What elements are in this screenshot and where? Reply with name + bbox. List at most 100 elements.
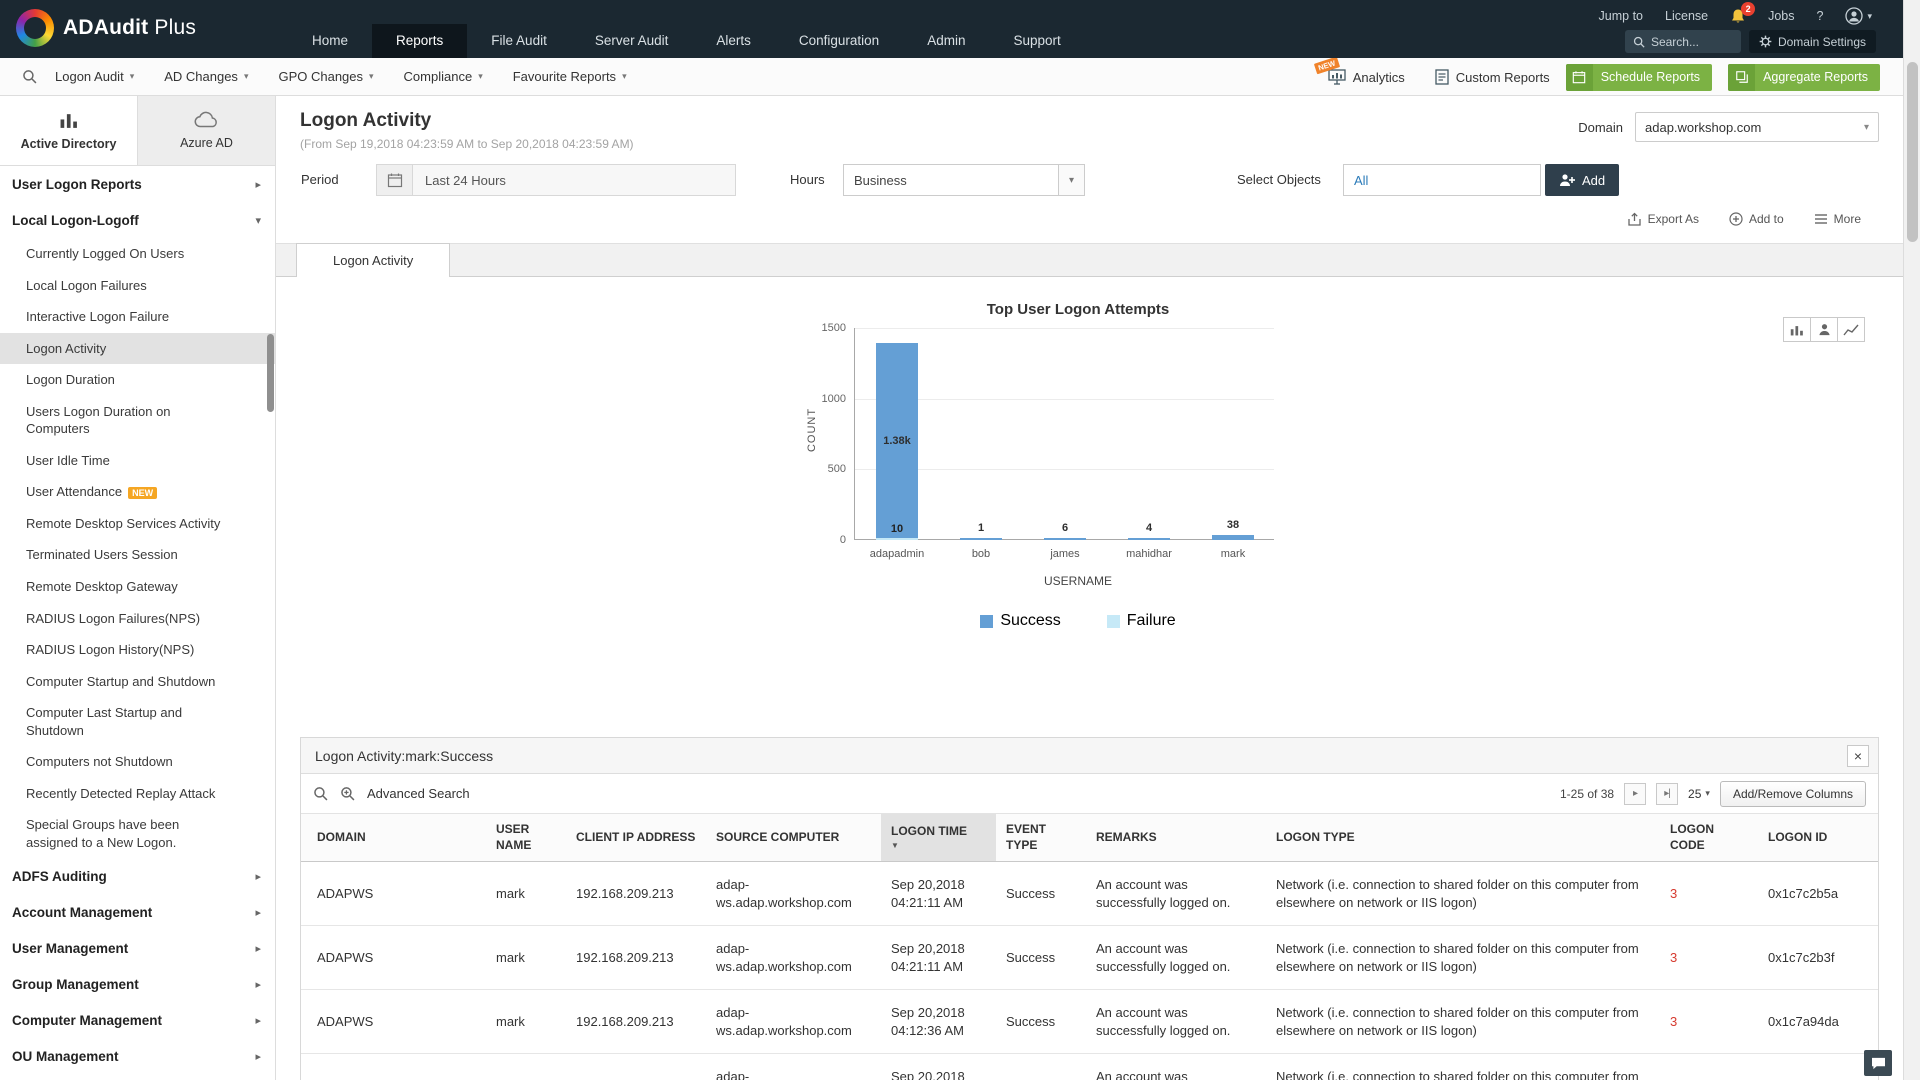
sidebar-item-currently-logged-on-users[interactable]: Currently Logged On Users xyxy=(0,238,275,270)
column-header-logon-time[interactable]: LOGON TIME▼ xyxy=(881,814,996,862)
notifications-bell-icon[interactable]: 2 xyxy=(1730,8,1746,25)
scrollbar-thumb[interactable] xyxy=(1907,62,1918,242)
nav-item-configuration[interactable]: Configuration xyxy=(775,24,903,58)
close-icon[interactable]: × xyxy=(1847,745,1869,767)
sidebar-section-computer-management[interactable]: Computer Management▸ xyxy=(0,1002,275,1038)
add-remove-columns-button[interactable]: Add/Remove Columns xyxy=(1720,781,1866,807)
sidebar-item-special-groups-have-been-assigned-to-a-new-logon[interactable]: Special Groups have been assigned to a N… xyxy=(0,809,275,858)
bar-bob[interactable] xyxy=(960,538,1002,540)
sidebar-section-account-management[interactable]: Account Management▸ xyxy=(0,894,275,930)
bar-james[interactable] xyxy=(1044,538,1086,540)
bar-mark[interactable] xyxy=(1212,535,1254,540)
sidebar-section-user-logon-reports[interactable]: User Logon Reports▸ xyxy=(0,166,275,202)
global-search[interactable]: Search... xyxy=(1625,30,1741,53)
chat-button[interactable] xyxy=(1864,1050,1892,1076)
sidebar-item-logon-duration[interactable]: Logon Duration xyxy=(0,364,275,396)
menu-gpo-changes[interactable]: GPO Changes▾ xyxy=(278,69,373,84)
sidebar-item-local-logon-failures[interactable]: Local Logon Failures xyxy=(0,270,275,302)
user-menu[interactable]: ▾ xyxy=(1845,7,1872,25)
table-row[interactable]: ADAPWSmark192.168.209.213adap-ws.adap.wo… xyxy=(301,862,1878,926)
nav-item-support[interactable]: Support xyxy=(989,24,1084,58)
sidebar-section-user-management[interactable]: User Management▸ xyxy=(0,930,275,966)
tab-azure-ad[interactable]: Azure AD xyxy=(138,96,275,165)
sidebar-item-users-logon-duration-on-computers[interactable]: Users Logon Duration on Computers xyxy=(0,396,275,445)
sidebar-section-local-logon-logoff[interactable]: Local Logon-Logoff▾ xyxy=(0,202,275,238)
menu-ad-changes[interactable]: AD Changes▾ xyxy=(164,69,248,84)
analytics-button[interactable]: NEW Analytics xyxy=(1328,69,1405,85)
chart-type-line-button[interactable] xyxy=(1837,317,1865,342)
sidebar-item-interactive-logon-failure[interactable]: Interactive Logon Failure xyxy=(0,301,275,333)
chart-user-button[interactable] xyxy=(1810,317,1838,342)
tab-logon-activity[interactable]: Logon Activity xyxy=(296,243,450,277)
sidebar-section-group-management[interactable]: Group Management▸ xyxy=(0,966,275,1002)
export-as-button[interactable]: Export As xyxy=(1627,212,1699,227)
table-row[interactable]: ADAPWSmark192.168.209.213adap-ws.adap.wo… xyxy=(301,1054,1878,1080)
sidebar-item-radius-logon-failures-nps[interactable]: RADIUS Logon Failures(NPS) xyxy=(0,603,275,635)
sidebar-item-logon-activity[interactable]: Logon Activity xyxy=(0,333,275,365)
sidebar-item-terminated-users-session[interactable]: Terminated Users Session xyxy=(0,539,275,571)
add-button[interactable]: Add xyxy=(1545,164,1619,196)
column-header-remarks[interactable]: REMARKS xyxy=(1086,814,1266,862)
period-input[interactable]: Last 24 Hours xyxy=(376,164,736,196)
tab-active-directory[interactable]: Active Directory xyxy=(0,96,138,165)
next-page-button[interactable]: ▸ xyxy=(1624,783,1646,805)
search-icon[interactable] xyxy=(313,786,328,801)
table-row[interactable]: ADAPWSmark192.168.209.213adap-ws.adap.wo… xyxy=(301,926,1878,990)
column-header-client-ip-address[interactable]: CLIENT IP ADDRESS xyxy=(566,814,706,862)
column-header-event-type[interactable]: EVENT TYPE xyxy=(996,814,1086,862)
nav-item-alerts[interactable]: Alerts xyxy=(692,24,775,58)
report-search-icon[interactable] xyxy=(22,69,37,84)
custom-reports-button[interactable]: Custom Reports xyxy=(1435,69,1550,85)
sidebar-item-computers-not-shutdown[interactable]: Computers not Shutdown xyxy=(0,746,275,778)
jump-to-link[interactable]: Jump to xyxy=(1599,9,1643,23)
page-size-select[interactable]: 25 ▾ xyxy=(1688,787,1710,801)
advanced-search-icon[interactable] xyxy=(340,786,355,801)
last-page-button[interactable]: ▸| xyxy=(1656,783,1678,805)
schedule-reports-button[interactable]: Schedule Reports xyxy=(1566,64,1712,91)
domain-settings-button[interactable]: Domain Settings xyxy=(1749,30,1876,53)
hours-select[interactable]: Business ▾ xyxy=(843,164,1085,196)
sidebar-section-gpo-management[interactable]: GPO Management▸ xyxy=(0,1074,275,1080)
column-header-logon-id[interactable]: LOGON ID xyxy=(1758,814,1878,862)
aggregate-reports-button[interactable]: Aggregate Reports xyxy=(1728,64,1880,91)
legend-failure[interactable]: Failure xyxy=(1107,612,1176,630)
column-header-source-computer[interactable]: SOURCE COMPUTER xyxy=(706,814,881,862)
nav-item-reports[interactable]: Reports xyxy=(372,24,467,58)
domain-dropdown[interactable]: adap.workshop.com ▾ xyxy=(1635,112,1879,142)
nav-item-server-audit[interactable]: Server Audit xyxy=(571,24,693,58)
sidebar-scrollbar-thumb[interactable] xyxy=(267,334,274,412)
select-objects-input[interactable]: All xyxy=(1343,164,1541,196)
help-icon[interactable]: ? xyxy=(1817,9,1824,23)
column-header-domain[interactable]: DOMAIN xyxy=(301,814,486,862)
sidebar-item-remote-desktop-gateway[interactable]: Remote Desktop Gateway xyxy=(0,571,275,603)
menu-compliance[interactable]: Compliance▾ xyxy=(404,69,483,84)
column-header-logon-type[interactable]: LOGON TYPE xyxy=(1266,814,1660,862)
table-row[interactable]: ADAPWSmark192.168.209.213adap-ws.adap.wo… xyxy=(301,990,1878,1054)
sidebar-item-remote-desktop-services-activity[interactable]: Remote Desktop Services Activity xyxy=(0,508,275,540)
calendar-icon[interactable] xyxy=(377,165,413,195)
column-header-logon-code[interactable]: LOGON CODE xyxy=(1660,814,1758,862)
sidebar-item-computer-last-startup-and-shutdown[interactable]: Computer Last Startup and Shutdown xyxy=(0,697,275,746)
menu-logon-audit[interactable]: Logon Audit▾ xyxy=(55,69,134,84)
nav-item-home[interactable]: Home xyxy=(288,24,372,58)
sidebar-item-user-attendance[interactable]: User AttendanceNEW xyxy=(0,476,275,508)
license-link[interactable]: License xyxy=(1665,9,1708,23)
jobs-link[interactable]: Jobs xyxy=(1768,9,1794,23)
add-to-button[interactable]: Add to xyxy=(1729,212,1784,226)
bar-mahidhar[interactable] xyxy=(1128,538,1170,540)
sidebar-section-ou-management[interactable]: OU Management▸ xyxy=(0,1038,275,1074)
sidebar-item-recently-detected-replay-attack[interactable]: Recently Detected Replay Attack xyxy=(0,778,275,810)
sidebar-item-computer-startup-and-shutdown[interactable]: Computer Startup and Shutdown xyxy=(0,666,275,698)
legend-success[interactable]: Success xyxy=(980,612,1060,630)
menu-favourite-reports[interactable]: Favourite Reports▾ xyxy=(513,69,627,84)
sidebar-item-user-idle-time[interactable]: User Idle Time xyxy=(0,445,275,477)
more-button[interactable]: More xyxy=(1814,212,1861,226)
nav-item-file-audit[interactable]: File Audit xyxy=(467,24,571,58)
advanced-search-label[interactable]: Advanced Search xyxy=(367,786,470,801)
sidebar-section-adfs-auditing[interactable]: ADFS Auditing▸ xyxy=(0,858,275,894)
bar-adapadmin[interactable]: 1.38k xyxy=(876,343,918,540)
page-scrollbar[interactable] xyxy=(1903,0,1920,1080)
sidebar-item-radius-logon-history-nps[interactable]: RADIUS Logon History(NPS) xyxy=(0,634,275,666)
column-header-user-name[interactable]: USER NAME xyxy=(486,814,566,862)
nav-item-admin[interactable]: Admin xyxy=(903,24,989,58)
